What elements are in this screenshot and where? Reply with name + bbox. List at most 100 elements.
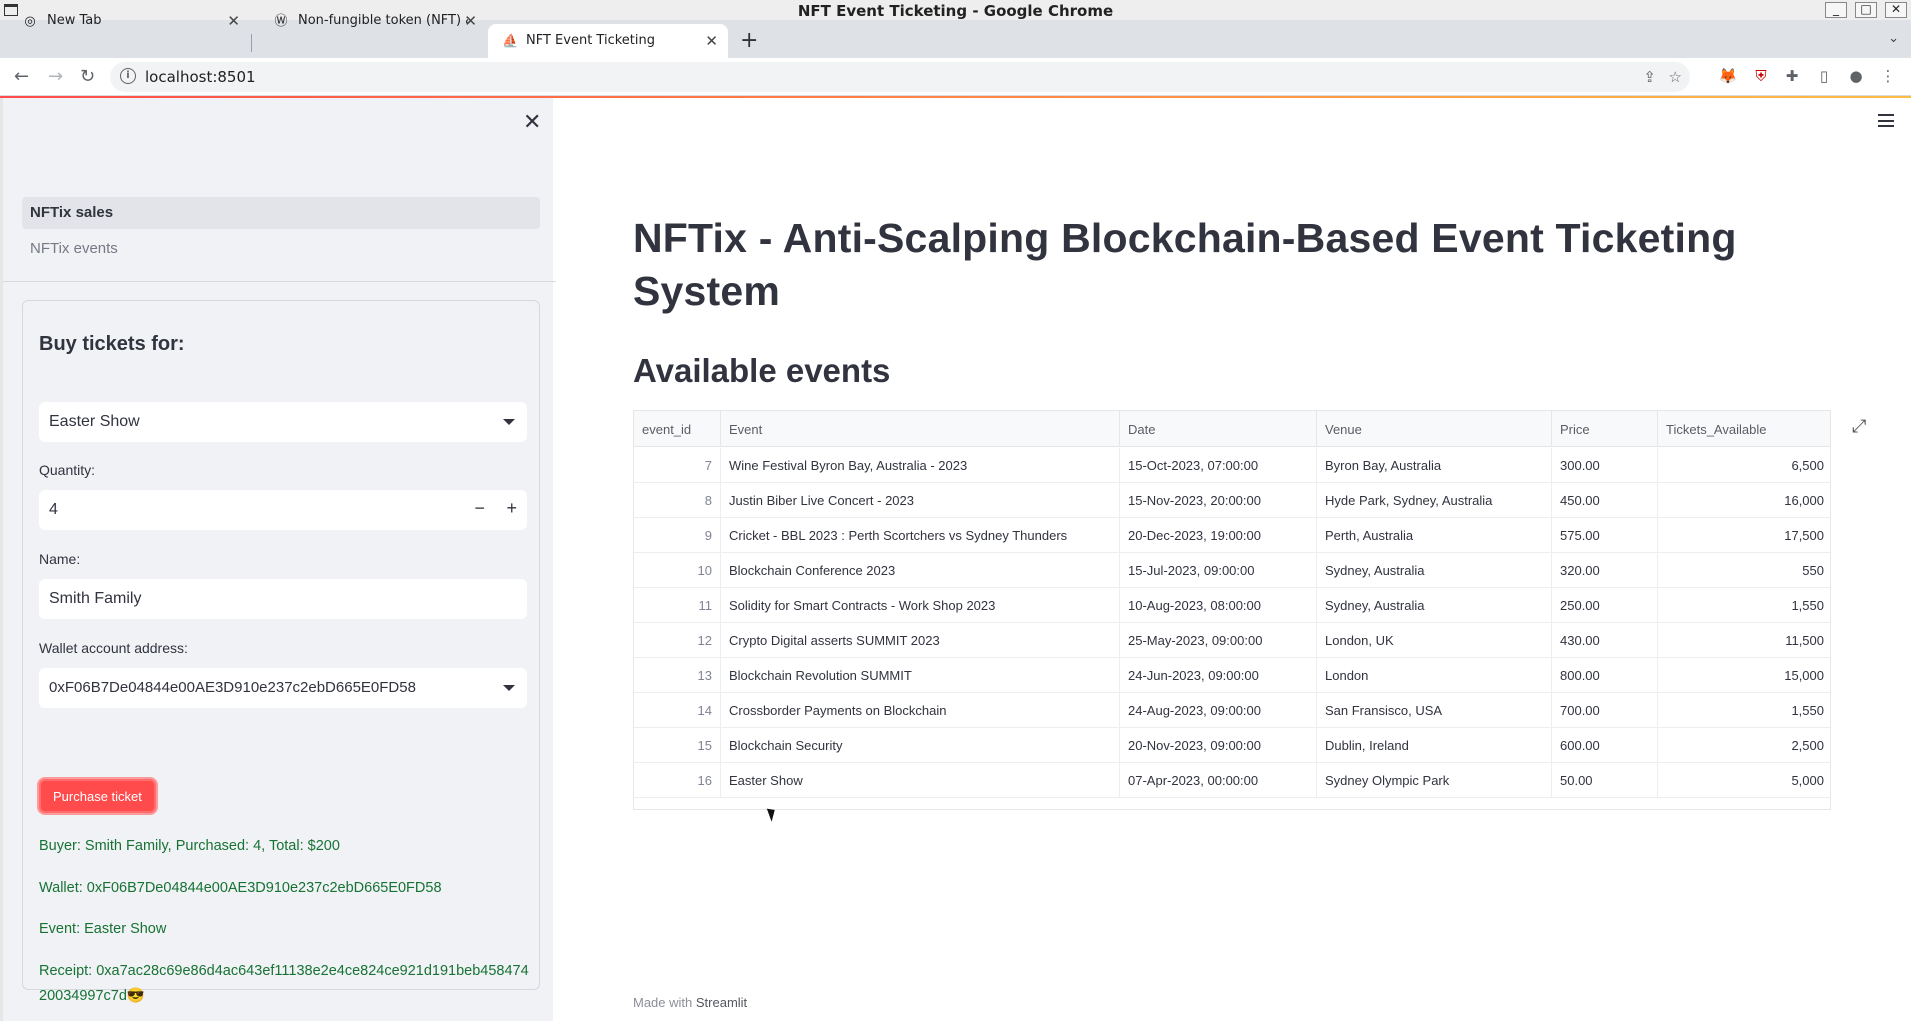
cell-venue[interactable]: Hyde Park, Sydney, Australia bbox=[1317, 483, 1552, 518]
cell-event[interactable]: Blockchain Revolution SUMMIT bbox=[721, 658, 1120, 693]
metamask-fox-icon[interactable]: 🦊 bbox=[1718, 66, 1738, 86]
minimize-button[interactable]: _ bbox=[1825, 2, 1847, 18]
cell-event[interactable]: Blockchain Conference 2023 bbox=[721, 553, 1120, 588]
tab-new-tab[interactable]: ◎ New Tab ✕ bbox=[0, 4, 250, 38]
sidebar-item-nftix-events[interactable]: NFTix events bbox=[22, 233, 540, 265]
cell-tickets-available[interactable]: 17,500 bbox=[1658, 518, 1830, 553]
address-bar[interactable]: i localhost:8501 ⇪ ☆ bbox=[110, 62, 1690, 92]
close-sidebar-icon[interactable]: ✕ bbox=[523, 110, 541, 135]
forward-arrow-icon[interactable]: → bbox=[48, 66, 63, 87]
cell-tickets-available[interactable]: 11,500 bbox=[1658, 623, 1830, 658]
close-window-button[interactable]: ✕ bbox=[1885, 2, 1907, 18]
cell-price[interactable]: 450.00 bbox=[1552, 483, 1658, 518]
cell-date[interactable]: 24-Jun-2023, 09:00:00 bbox=[1120, 658, 1317, 693]
cell-date[interactable]: 15-Oct-2023, 07:00:00 bbox=[1120, 448, 1317, 483]
cell-tickets-available[interactable]: 2,500 bbox=[1658, 728, 1830, 763]
cell-event-id[interactable]: 7 bbox=[634, 448, 721, 483]
close-tab-icon[interactable]: ✕ bbox=[464, 12, 477, 30]
cell-date[interactable]: 20-Nov-2023, 09:00:00 bbox=[1120, 728, 1317, 763]
cell-event-id[interactable]: 13 bbox=[634, 658, 721, 693]
extensions-puzzle-icon[interactable]: ✚ bbox=[1782, 66, 1802, 86]
cell-tickets-available[interactable]: 1,550 bbox=[1658, 588, 1830, 623]
column-header-venue[interactable]: Venue bbox=[1317, 411, 1552, 447]
cell-date[interactable]: 10-Aug-2023, 08:00:00 bbox=[1120, 588, 1317, 623]
cell-venue[interactable]: London, UK bbox=[1317, 623, 1552, 658]
cell-event-id[interactable]: 14 bbox=[634, 693, 721, 728]
cell-price[interactable]: 430.00 bbox=[1552, 623, 1658, 658]
plus-icon[interactable]: + bbox=[506, 498, 517, 519]
cell-venue[interactable]: Byron Bay, Australia bbox=[1317, 448, 1552, 483]
quantity-stepper[interactable]: 4 − + bbox=[39, 490, 527, 530]
cell-venue[interactable]: San Fransisco, USA bbox=[1317, 693, 1552, 728]
cell-venue[interactable]: Sydney, Australia bbox=[1317, 588, 1552, 623]
table-row[interactable]: 13 Blockchain Revolution SUMMIT 24-Jun-202… bbox=[634, 658, 1830, 693]
name-field[interactable]: Smith Family bbox=[39, 579, 527, 619]
column-header-price[interactable]: Price bbox=[1552, 411, 1658, 447]
cell-tickets-available[interactable]: 1,550 bbox=[1658, 693, 1830, 728]
tab-nft-wiki[interactable]: Ⓦ Non-fungible token (NFT) a ✕ bbox=[251, 4, 487, 38]
cell-tickets-available[interactable]: 5,000 bbox=[1658, 763, 1830, 798]
purchase-ticket-button[interactable]: Purchase ticket bbox=[39, 779, 156, 813]
table-row[interactable]: 12 Crypto Digital asserts SUMMIT 2023 25-M… bbox=[634, 623, 1830, 658]
cell-event[interactable]: Crossborder Payments on Blockchain bbox=[721, 693, 1120, 728]
cell-date[interactable]: 07-Apr-2023, 00:00:00 bbox=[1120, 763, 1317, 798]
shield-extension-icon[interactable]: ⛨ bbox=[1751, 66, 1771, 86]
cell-tickets-available[interactable]: 15,000 bbox=[1658, 658, 1830, 693]
column-header-date[interactable]: Date bbox=[1120, 411, 1317, 447]
close-tab-icon[interactable]: ✕ bbox=[227, 12, 240, 30]
hamburger-menu-icon[interactable] bbox=[1878, 114, 1894, 127]
tab-search-icon[interactable]: ⌄ bbox=[1888, 31, 1899, 46]
cell-event[interactable]: Wine Festival Byron Bay, Australia - 202… bbox=[721, 448, 1120, 483]
table-row[interactable]: 8 Justin Biber Live Concert - 2023 15-Nov-… bbox=[634, 483, 1830, 518]
minus-icon[interactable]: − bbox=[474, 498, 485, 519]
event-select[interactable]: Easter Show bbox=[39, 402, 527, 442]
cell-event[interactable]: Blockchain Security bbox=[721, 728, 1120, 763]
new-tab-button[interactable]: + bbox=[740, 28, 758, 53]
cell-date[interactable]: 20-Dec-2023, 19:00:00 bbox=[1120, 518, 1317, 553]
cell-date[interactable]: 24-Aug-2023, 09:00:00 bbox=[1120, 693, 1317, 728]
cell-price[interactable]: 700.00 bbox=[1552, 693, 1658, 728]
table-row[interactable]: 15 Blockchain Security 20-Nov-2023, 09:00:… bbox=[634, 728, 1830, 763]
close-tab-icon[interactable]: ✕ bbox=[705, 32, 718, 50]
cell-date[interactable]: 15-Jul-2023, 09:00:00 bbox=[1120, 553, 1317, 588]
maximize-button[interactable]: □ bbox=[1855, 2, 1877, 18]
cell-event-id[interactable]: 8 bbox=[634, 483, 721, 518]
cell-date[interactable]: 15-Nov-2023, 20:00:00 bbox=[1120, 483, 1317, 518]
cell-venue[interactable]: Sydney Olympic Park bbox=[1317, 763, 1552, 798]
cell-event-id[interactable]: 9 bbox=[634, 518, 721, 553]
kebab-menu-icon[interactable]: ⋮ bbox=[1878, 66, 1898, 86]
tab-nft-event-ticketing[interactable]: ⛵ NFT Event Ticketing ✕ bbox=[488, 24, 728, 58]
cell-price[interactable]: 250.00 bbox=[1552, 588, 1658, 623]
cell-event-id[interactable]: 11 bbox=[634, 588, 721, 623]
cell-event[interactable]: Solidity for Smart Contracts - Work Shop… bbox=[721, 588, 1120, 623]
cell-venue[interactable]: Perth, Australia bbox=[1317, 518, 1552, 553]
column-header-event[interactable]: Event bbox=[721, 411, 1120, 447]
share-icon[interactable]: ⇪ bbox=[1643, 68, 1656, 86]
column-header-tickets-available[interactable]: Tickets_Available bbox=[1658, 411, 1830, 447]
cell-event[interactable]: Easter Show bbox=[721, 763, 1120, 798]
cell-event-id[interactable]: 12 bbox=[634, 623, 721, 658]
cell-date[interactable]: 25-May-2023, 09:00:00 bbox=[1120, 623, 1317, 658]
cell-venue[interactable]: Dublin, Ireland bbox=[1317, 728, 1552, 763]
url-text[interactable]: localhost:8501 bbox=[145, 68, 256, 86]
profile-avatar-icon[interactable]: ● bbox=[1846, 66, 1866, 86]
site-info-icon[interactable]: i bbox=[120, 68, 136, 84]
cell-price[interactable]: 300.00 bbox=[1552, 448, 1658, 483]
cell-tickets-available[interactable]: 16,000 bbox=[1658, 483, 1830, 518]
cell-event-id[interactable]: 16 bbox=[634, 763, 721, 798]
cell-event-id[interactable]: 15 bbox=[634, 728, 721, 763]
cell-event[interactable]: Justin Biber Live Concert - 2023 bbox=[721, 483, 1120, 518]
sidebar-item-nftix-sales[interactable]: NFTix sales bbox=[22, 197, 540, 229]
cell-tickets-available[interactable]: 550 bbox=[1658, 553, 1830, 588]
cell-event[interactable]: Cricket - BBL 2023 : Perth Scortchers vs… bbox=[721, 518, 1120, 553]
wallet-select[interactable]: 0xF06B7De04844e00AE3D910e237c2ebD665E0FD… bbox=[39, 668, 527, 708]
cell-venue[interactable]: Sydney, Australia bbox=[1317, 553, 1552, 588]
cell-price[interactable]: 600.00 bbox=[1552, 728, 1658, 763]
fullscreen-expand-icon[interactable]: ⤢ bbox=[1852, 416, 1866, 437]
cell-price[interactable]: 50.00 bbox=[1552, 763, 1658, 798]
side-panel-icon[interactable]: ▯ bbox=[1814, 66, 1834, 86]
table-row[interactable]: 14 Crossborder Payments on Blockchain 24-A… bbox=[634, 693, 1830, 728]
bookmark-star-icon[interactable]: ☆ bbox=[1669, 68, 1682, 86]
cell-event[interactable]: Crypto Digital asserts SUMMIT 2023 bbox=[721, 623, 1120, 658]
cell-price[interactable]: 575.00 bbox=[1552, 518, 1658, 553]
